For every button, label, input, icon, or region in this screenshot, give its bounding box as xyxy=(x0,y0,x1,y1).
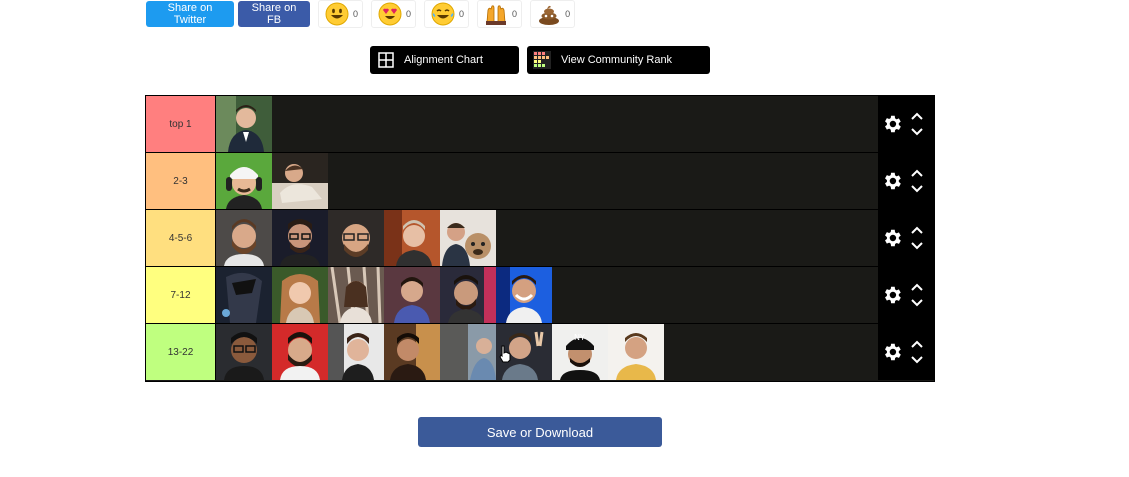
tier-row: top 1 xyxy=(146,96,934,153)
tier-item-photo[interactable] xyxy=(216,153,272,209)
tier-label[interactable]: 2-3 xyxy=(146,153,216,209)
alignment-chart-label: Alignment Chart xyxy=(404,54,483,66)
hand-cursor-icon xyxy=(499,345,511,363)
grid-icon xyxy=(378,52,394,68)
gear-icon[interactable] xyxy=(881,113,903,135)
tier-list-page: Share on Twitter Share on FB 0 0 0 0 0 A… xyxy=(0,0,1129,477)
gear-icon[interactable] xyxy=(881,227,903,249)
tier-item-photo[interactable] xyxy=(384,324,440,380)
view-community-rank-label: View Community Rank xyxy=(561,54,673,66)
tier-item-photo[interactable] xyxy=(328,210,384,266)
reaction-count: 0 xyxy=(353,8,359,19)
tier-item-photo[interactable] xyxy=(216,267,272,323)
tier-item-photo[interactable] xyxy=(272,210,328,266)
share-twitter-button[interactable]: Share on Twitter xyxy=(146,0,234,27)
tier-items[interactable] xyxy=(216,210,878,266)
raised-hands-icon xyxy=(486,4,507,25)
reaction-poop[interactable]: 0 xyxy=(530,0,576,28)
tier-item-photo[interactable] xyxy=(216,96,272,152)
share-fb-button[interactable]: Share on FB xyxy=(238,0,310,27)
tier-items[interactable] xyxy=(216,153,878,209)
tier-label[interactable]: 13-22 xyxy=(146,324,216,380)
tier-grid-icon xyxy=(533,51,551,69)
tier-item-photo[interactable] xyxy=(384,267,440,323)
tier-label[interactable]: top 1 xyxy=(146,96,216,152)
tier-item-photo[interactable] xyxy=(216,324,272,380)
tier-label[interactable]: 7-12 xyxy=(146,267,216,323)
chevron-up-icon[interactable] xyxy=(910,111,924,121)
tier-item-photo[interactable] xyxy=(328,267,384,323)
chevron-down-icon[interactable] xyxy=(910,298,924,308)
tier-item-photo[interactable] xyxy=(216,210,272,266)
chevron-down-icon[interactable] xyxy=(910,355,924,365)
chevron-down-icon[interactable] xyxy=(910,184,924,194)
reaction-count: 0 xyxy=(512,8,518,19)
reaction-smiley[interactable]: 0 xyxy=(318,0,364,28)
reaction-raised-hands[interactable]: 0 xyxy=(477,0,523,28)
gear-icon[interactable] xyxy=(881,341,903,363)
tier-row: 4-5-6 xyxy=(146,210,934,267)
tier-item-photo[interactable] xyxy=(440,210,496,266)
chevron-down-icon[interactable] xyxy=(910,241,924,251)
tier-item-photo[interactable] xyxy=(496,267,552,323)
tier-item-photo[interactable] xyxy=(608,324,664,380)
tier-row: 2-3 xyxy=(146,153,934,210)
tier-controls xyxy=(878,96,934,152)
tier-controls xyxy=(878,153,934,209)
gear-icon[interactable] xyxy=(881,284,903,306)
poop-icon xyxy=(539,5,560,25)
chevron-up-icon[interactable] xyxy=(910,339,924,349)
save-or-download-button[interactable]: Save or Download xyxy=(418,417,662,447)
tier-controls xyxy=(878,267,934,323)
chevron-up-icon[interactable] xyxy=(910,225,924,235)
chevron-up-icon[interactable] xyxy=(910,282,924,292)
tier-item-photo[interactable] xyxy=(440,324,496,380)
alignment-chart-button[interactable]: Alignment Chart xyxy=(370,46,519,74)
tier-item-photo[interactable] xyxy=(272,324,328,380)
tier-items[interactable]: NY xyxy=(216,324,878,380)
laughing-tears-icon xyxy=(431,2,455,25)
tier-item-photo[interactable]: NY xyxy=(552,324,608,380)
tier-label[interactable]: 4-5-6 xyxy=(146,210,216,266)
svg-text:NY: NY xyxy=(574,333,585,342)
reaction-heart-eyes[interactable]: 0 xyxy=(371,0,417,28)
tier-item-photo[interactable] xyxy=(272,267,328,323)
tier-item-photo[interactable] xyxy=(328,324,384,380)
view-community-rank-button[interactable]: View Community Rank xyxy=(527,46,710,74)
smiley-face-icon xyxy=(325,2,349,25)
tier-controls xyxy=(878,324,934,380)
tier-items[interactable] xyxy=(216,267,878,323)
tier-board: top 1 2-3 4-5-6 7-12 13-22 NY xyxy=(145,95,935,382)
tier-item-photo[interactable] xyxy=(272,153,328,209)
reaction-count: 0 xyxy=(459,8,465,19)
chevron-up-icon[interactable] xyxy=(910,168,924,178)
reaction-laughing[interactable]: 0 xyxy=(424,0,470,28)
tier-controls xyxy=(878,210,934,266)
tier-items[interactable] xyxy=(216,96,878,152)
share-row: Share on Twitter Share on FB 0 0 0 0 0 xyxy=(146,0,576,28)
chevron-down-icon[interactable] xyxy=(910,127,924,137)
tier-item-photo[interactable] xyxy=(384,210,440,266)
tier-row: 13-22 NY xyxy=(146,324,934,380)
tier-row: 7-12 xyxy=(146,267,934,324)
gear-icon[interactable] xyxy=(881,170,903,192)
heart-eyes-icon xyxy=(378,2,402,25)
reaction-count: 0 xyxy=(565,8,571,19)
tier-item-photo[interactable] xyxy=(440,267,496,323)
reaction-count: 0 xyxy=(406,8,412,19)
